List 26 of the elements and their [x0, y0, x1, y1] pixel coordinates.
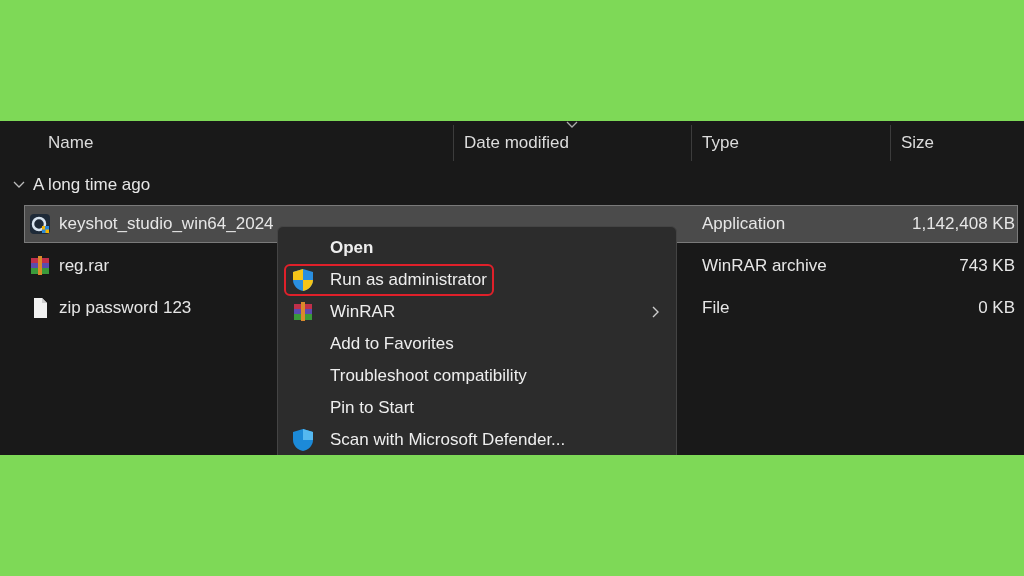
file-type: WinRAR archive	[702, 256, 827, 275]
chevron-icon	[652, 306, 660, 318]
shield-icon	[290, 427, 316, 453]
menu-item[interactable]: Scan with Microsoft Defender...	[278, 424, 676, 455]
file-type: Application	[702, 214, 786, 233]
file-name: reg.rar	[59, 256, 110, 276]
archive-icon	[29, 255, 51, 277]
column-header[interactable]: Size	[901, 133, 935, 153]
column-header[interactable]: Date modified	[464, 133, 569, 153]
file-size: 1,142,408 KB	[911, 214, 1015, 233]
file-size: 0 KB	[978, 298, 1015, 317]
file-name: zip password 123	[59, 298, 192, 318]
menu-item[interactable]: Add to Favorites	[278, 328, 676, 360]
file-type: File	[702, 298, 730, 317]
column-header[interactable]: Name	[48, 133, 94, 153]
menu-item[interactable]: WinRAR	[278, 296, 676, 328]
shield-icon	[290, 267, 316, 293]
menu-item[interactable]: Pin to Start	[278, 392, 676, 424]
file-size: 743 KB	[959, 256, 1015, 275]
group-header[interactable]: A long time ago	[33, 175, 151, 195]
menu-item[interactable]: Run as administrator	[278, 264, 676, 296]
menu-item[interactable]: Troubleshoot compatibility	[278, 360, 676, 392]
menu-item[interactable]: Open	[278, 232, 676, 264]
column-header[interactable]: Type	[702, 133, 739, 153]
app-icon	[29, 213, 51, 235]
file-name: keyshot_studio_win64_2024	[59, 214, 274, 234]
